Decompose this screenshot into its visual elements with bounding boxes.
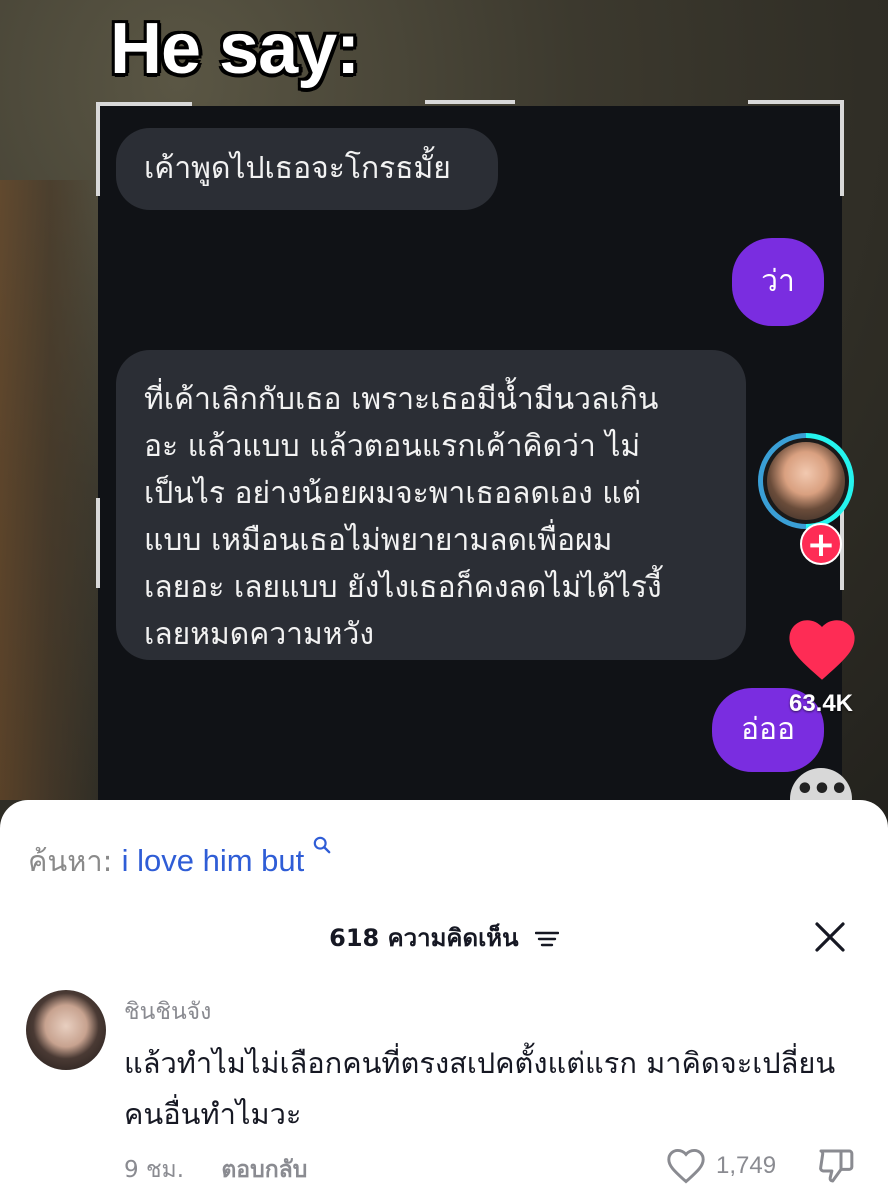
chat-bubble-outgoing: ว่า xyxy=(732,238,824,326)
comment-like-count: 1,749 xyxy=(716,1152,777,1179)
video-caption-title: He say: xyxy=(110,9,360,89)
chat-bubble-incoming: ที่เค้าเลิกกับเธอ เพราะเธอมีน้ำมีนวลเกิน… xyxy=(116,350,746,660)
frame-corner-top-left-h xyxy=(96,102,192,106)
frame-corner-top-left-v xyxy=(96,102,100,196)
reply-button[interactable]: ตอบกลับ xyxy=(221,1157,307,1183)
comment-heart-icon[interactable] xyxy=(666,1148,706,1184)
heart-icon[interactable] xyxy=(788,618,856,682)
like-count: 63.4K xyxy=(788,690,854,717)
frame-corner-top-right-h xyxy=(748,100,844,104)
frame-left-mid xyxy=(96,498,100,588)
creator-avatar-frame xyxy=(763,438,849,524)
creator-avatar[interactable] xyxy=(758,433,854,529)
search-suggestion[interactable]: ค้นหา: i love him but xyxy=(28,836,331,878)
frame-top-mid xyxy=(425,100,515,104)
video-background-glow xyxy=(0,180,100,800)
frame-corner-top-right-v xyxy=(840,100,844,196)
comment-time: 9 ชม. xyxy=(124,1157,185,1183)
comment-avatar[interactable] xyxy=(26,990,106,1070)
chat-bubble-incoming: เค้าพูดไปเธอจะโกรธมั้ย xyxy=(116,128,498,210)
comment-meta: 9 ชม. ตอบกลับ xyxy=(124,1152,307,1188)
comments-header: 618 ความคิดเห็น xyxy=(0,918,888,957)
close-icon[interactable] xyxy=(814,921,846,953)
creator-avatar-image xyxy=(767,442,845,520)
dislike-icon[interactable] xyxy=(816,1146,856,1186)
comment-username[interactable]: ชินชินจัง xyxy=(124,994,211,1030)
search-term-link[interactable]: i love him but xyxy=(122,843,305,878)
follow-plus-icon[interactable]: + xyxy=(800,523,842,565)
search-icon xyxy=(314,836,331,854)
comments-count-label: 618 ความคิดเห็น xyxy=(329,924,519,952)
sort-filter-icon[interactable] xyxy=(534,929,559,949)
search-prefix-label: ค้นหา: xyxy=(28,844,113,878)
comment-text: แล้วทำไมไม่เลือกคนที่ตรงสเปคตั้งแต่แรก ม… xyxy=(124,1046,836,1131)
